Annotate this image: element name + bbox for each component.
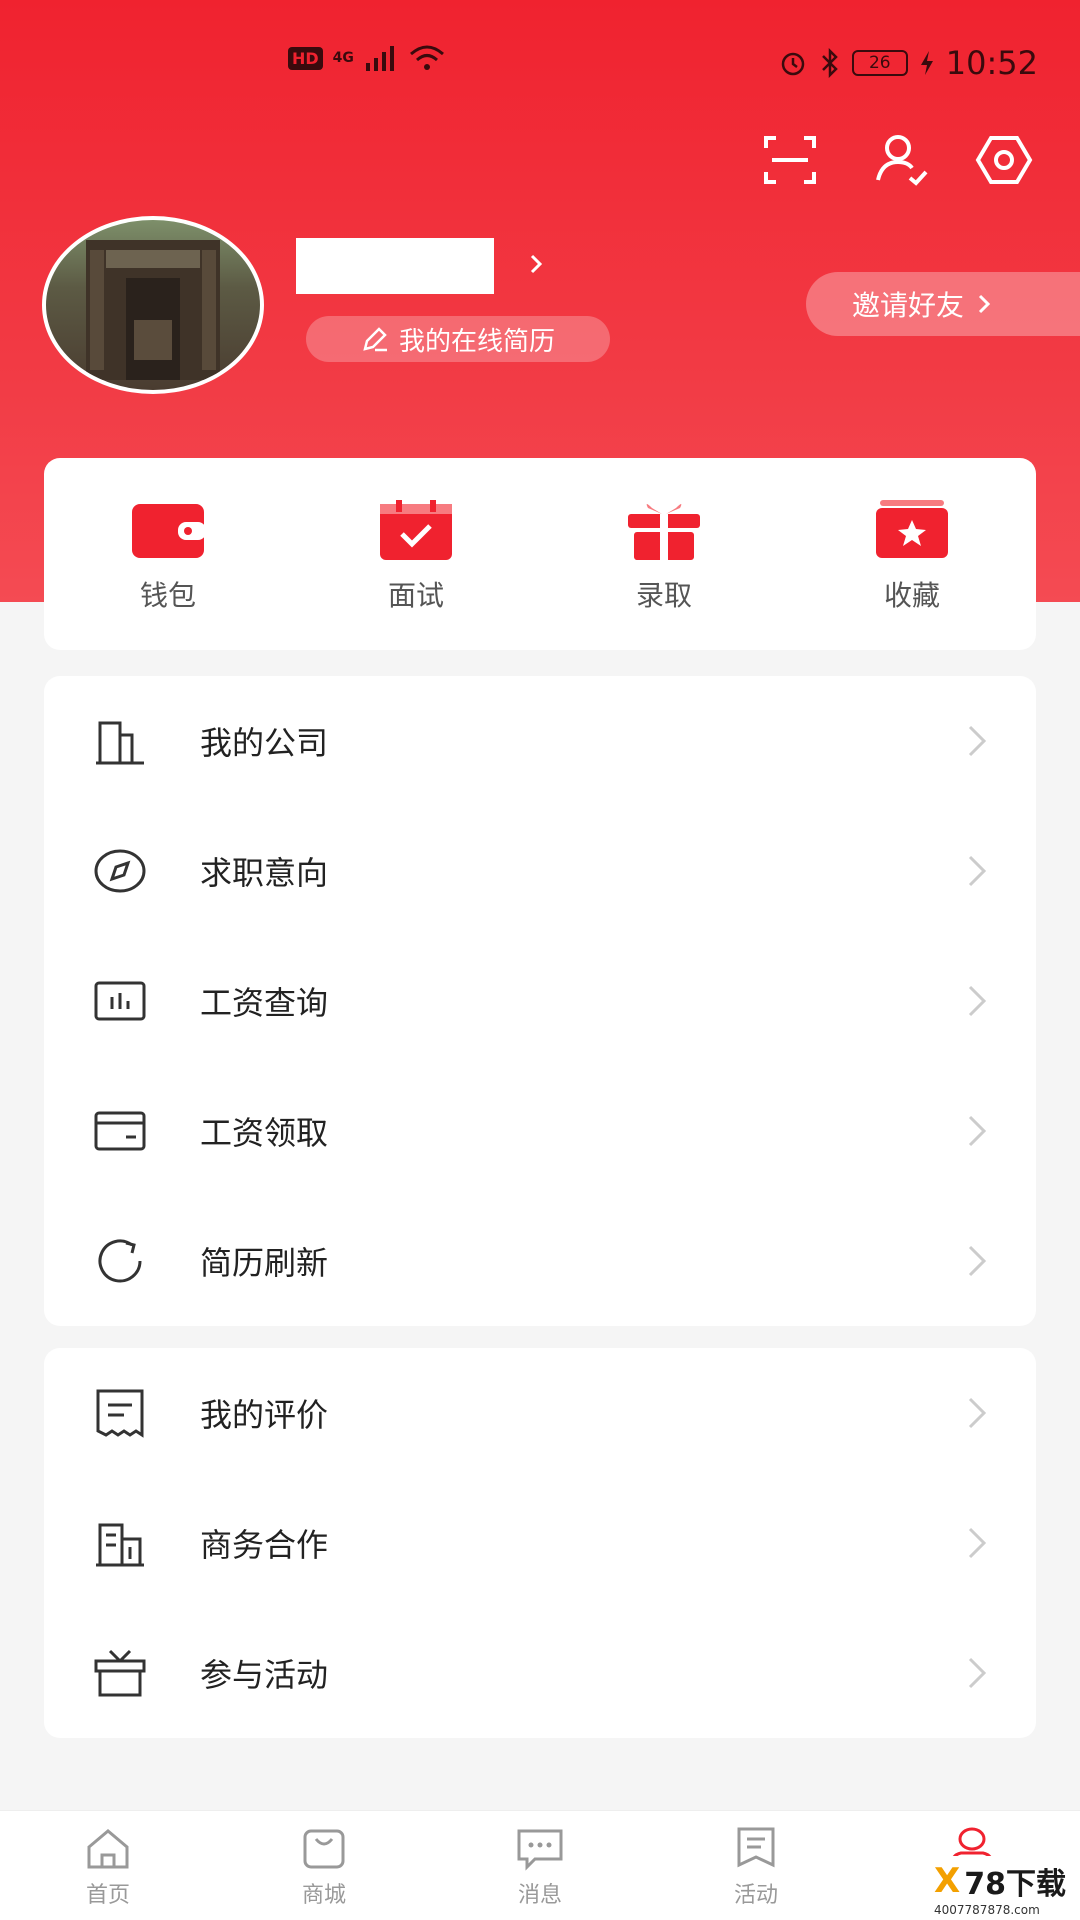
charging-icon xyxy=(920,51,933,75)
user-check-icon[interactable] xyxy=(872,130,932,190)
menu-item-label: 参与活动 xyxy=(200,1656,329,1694)
nav-tab-label: 活动 xyxy=(733,1883,778,1908)
watermark-brand-text: 78下载 xyxy=(964,1867,1066,1902)
chevron-right-icon xyxy=(968,855,987,887)
chevron-right-icon xyxy=(968,725,987,757)
status-right: 26 10:52 xyxy=(778,44,1038,82)
menu-card-secondary: 我的评价 商务合作 参与活动 xyxy=(44,1348,1036,1738)
user-name-redacted[interactable] xyxy=(296,238,494,294)
wallet-icon xyxy=(132,504,206,558)
chevron-right-icon[interactable] xyxy=(524,252,548,276)
quick-action-label: 面试 xyxy=(387,579,444,612)
avatar[interactable] xyxy=(42,216,264,394)
quick-action-label: 收藏 xyxy=(883,579,940,612)
chevron-right-icon xyxy=(978,294,991,314)
quick-action-label: 钱包 xyxy=(139,579,196,612)
online-resume-label: 我的在线简历 xyxy=(398,326,555,357)
office-icon xyxy=(96,1523,144,1567)
menu-item-business-cooperation[interactable]: 商务合作 xyxy=(44,1478,1036,1608)
menu-item-salary-query[interactable]: 工资查询 xyxy=(44,936,1036,1066)
compass-icon xyxy=(94,849,146,893)
menu-item-job-intention[interactable]: 求职意向 xyxy=(44,806,1036,936)
chevron-right-icon xyxy=(968,985,987,1017)
menu-item-join-activities[interactable]: 参与活动 xyxy=(44,1608,1036,1738)
nav-tab-activities[interactable]: 活动 xyxy=(648,1811,864,1920)
menu-card-primary: 我的公司 求职意向 工资查询 工资领取 简历刷新 xyxy=(44,676,1036,1326)
menu-item-my-reviews[interactable]: 我的评价 xyxy=(44,1348,1036,1478)
settings-icon[interactable] xyxy=(974,130,1034,190)
receipt-icon xyxy=(96,1389,144,1438)
edit-icon xyxy=(363,327,387,352)
watermark-logo: X 78下载 4007787878.com xyxy=(926,1856,1080,1920)
nav-tab-label: 商城 xyxy=(301,1883,346,1908)
refresh-icon xyxy=(98,1239,142,1283)
signal-icon xyxy=(365,46,394,71)
online-resume-button[interactable]: 我的在线简历 xyxy=(306,316,610,362)
nav-tab-label: 消息 xyxy=(517,1883,562,1908)
avatar-photo xyxy=(86,240,220,380)
quick-action-wallet[interactable]: 钱包 xyxy=(44,458,292,650)
home-icon xyxy=(87,1829,129,1869)
chevron-right-icon xyxy=(968,1397,987,1429)
network-label: 4G xyxy=(332,50,354,66)
quick-action-interview[interactable]: 面试 xyxy=(292,458,540,650)
menu-item-label: 工资查询 xyxy=(200,984,329,1022)
quick-action-offer[interactable]: 录取 xyxy=(540,458,788,650)
bag-icon xyxy=(303,1829,345,1869)
menu-item-label: 我的公司 xyxy=(200,724,329,762)
menu-item-label: 简历刷新 xyxy=(200,1244,329,1282)
chat-icon xyxy=(517,1829,563,1871)
bluetooth-icon xyxy=(821,48,838,78)
nav-tab-label: 首页 xyxy=(85,1883,130,1908)
gift-icon xyxy=(628,504,700,560)
quick-action-favorites[interactable]: 收藏 xyxy=(788,458,1036,650)
battery-indicator: 26 xyxy=(851,50,908,76)
chevron-right-icon xyxy=(968,1245,987,1277)
menu-item-label: 商务合作 xyxy=(200,1526,329,1564)
status-left: HD 4G xyxy=(288,44,446,72)
invite-friends-label: 邀请好友 xyxy=(852,289,965,322)
nav-tab-home[interactable]: 首页 xyxy=(0,1811,216,1920)
menu-item-label: 工资领取 xyxy=(200,1114,329,1152)
card-icon xyxy=(94,1111,146,1151)
watermark-url: 4007787878.com xyxy=(934,1903,1040,1917)
status-time: 10:52 xyxy=(945,44,1038,82)
calendar-check-icon xyxy=(380,500,452,560)
scan-icon[interactable] xyxy=(760,130,820,190)
nav-tab-messages[interactable]: 消息 xyxy=(432,1811,648,1920)
chevron-right-icon xyxy=(968,1657,987,1689)
quick-actions-card: 钱包 面试 录取 收藏 xyxy=(44,458,1036,650)
invite-friends-button[interactable]: 邀请好友 xyxy=(806,272,1080,336)
chart-box-icon xyxy=(94,981,146,1021)
status-bar: HD 4G 26 10:52 xyxy=(0,0,1080,120)
menu-item-label: 求职意向 xyxy=(200,854,329,892)
nav-tab-mall[interactable]: 商城 xyxy=(216,1811,432,1920)
menu-item-salary-collect[interactable]: 工资领取 xyxy=(44,1066,1036,1196)
bottom-navigation: 首页 商城 消息 活动 我的 xyxy=(0,1810,1080,1920)
wifi-icon xyxy=(409,45,444,70)
flag-icon xyxy=(737,1827,775,1868)
alarm-icon xyxy=(781,52,805,76)
menu-item-label: 我的评价 xyxy=(200,1396,329,1434)
gift-outline-icon xyxy=(94,1649,146,1697)
building-icon xyxy=(96,721,144,765)
menu-item-resume-refresh[interactable]: 简历刷新 xyxy=(44,1196,1036,1326)
chevron-right-icon xyxy=(968,1527,987,1559)
quick-action-label: 录取 xyxy=(635,579,692,612)
watermark-brand: X 78下载 xyxy=(934,1859,1080,1903)
star-box-icon xyxy=(876,500,948,558)
hd-badge: HD xyxy=(288,46,323,70)
menu-item-my-company[interactable]: 我的公司 xyxy=(44,676,1036,806)
watermark-x-mark: X xyxy=(934,1861,961,1901)
chevron-right-icon xyxy=(968,1115,987,1147)
